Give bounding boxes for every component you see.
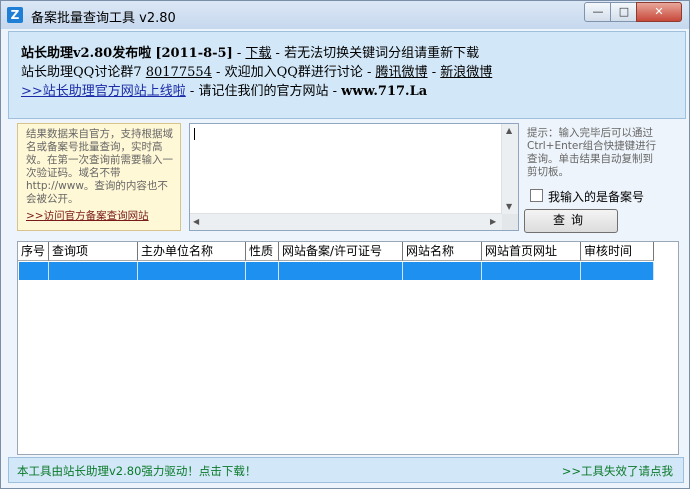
table-cell[interactable] <box>49 262 138 280</box>
app-window: Z 备案批量查询工具 v2.80 — □ ✕ 站长助理v2.80发布啦 [201… <box>0 0 690 489</box>
news-banner: 站长助理v2.80发布啦 [2011-8-5] - 下载 - 若无法切换关键词分… <box>8 31 686 119</box>
scroll-down-icon[interactable]: ▼ <box>506 202 512 211</box>
table-cell[interactable] <box>581 262 654 280</box>
release-headline: 站长助理v2.80发布啦 <box>21 46 152 61</box>
minimize-button[interactable]: — <box>584 2 612 22</box>
col-header-query-item[interactable]: 查询项 <box>49 242 138 261</box>
status-bar: 本工具由站长助理v2.80强力驱动！点击下载！ >>工具失效了请点我 <box>8 457 684 483</box>
usage-hint: 提示：输入完毕后可以通过Ctrl+Enter组合快捷键进行查询。单击结果自动复制… <box>527 127 657 178</box>
scroll-up-icon[interactable]: ▲ <box>506 126 512 135</box>
table-cell[interactable] <box>246 262 279 280</box>
tool-broken-link[interactable]: >>工具失效了请点我 <box>562 463 673 479</box>
notice-text: 结果数据来自官方，支持根据域名或备案号批量查询，实时高效。在第一次查询前需要输入… <box>26 128 173 205</box>
banner-line-1: 站长助理v2.80发布啦 [2011-8-5] - 下载 - 若无法切换关键词分… <box>21 42 479 61</box>
scroll-right-icon[interactable]: ▶ <box>490 217 496 226</box>
qq-welcome-text: - 欢迎加入QQ群进行讨论 - <box>211 65 376 80</box>
separator: - <box>271 46 285 61</box>
col-header-organizer[interactable]: 主办单位名称 <box>138 242 246 261</box>
download-link[interactable]: 下载 <box>245 46 271 61</box>
horizontal-scrollbar[interactable]: ◀ ▶ <box>190 213 502 230</box>
title-bar[interactable]: Z 备案批量查询工具 v2.80 — □ ✕ <box>1 1 689 29</box>
separator: - <box>427 65 441 80</box>
col-header-nature[interactable]: 性质 <box>246 242 279 261</box>
scroll-left-icon[interactable]: ◀ <box>193 217 199 226</box>
release-date: [2011-8-5] <box>155 46 233 61</box>
official-site-link[interactable]: >>站长助理官方网站上线啦 <box>21 84 186 99</box>
col-header-site-name[interactable]: 网站名称 <box>403 242 482 261</box>
table-cell[interactable] <box>19 262 49 280</box>
official-query-site-link[interactable]: >>访问官方备案查询网站 <box>26 210 149 223</box>
banner-line-3: >>站长助理官方网站上线啦 - 请记住我们的官方网站 - www.717.La <box>21 80 427 99</box>
col-header-license-number[interactable]: 网站备案/许可证号 <box>279 242 403 261</box>
window-title: 备案批量查询工具 v2.80 <box>31 11 176 26</box>
table-cell[interactable] <box>279 262 403 280</box>
powered-by-link[interactable]: 本工具由站长助理v2.80强力驱动！点击下载！ <box>17 463 256 479</box>
banner-line-2: 站长助理QQ讨论群7 80177554 - 欢迎加入QQ群进行讨论 - 腾讯微博… <box>21 61 492 80</box>
info-notice: 结果数据来自官方，支持根据域名或备案号批量查询，实时高效。在第一次查询前需要输入… <box>17 123 181 231</box>
table-cell[interactable] <box>482 262 581 280</box>
sina-weibo-link[interactable]: 新浪微博 <box>440 65 492 80</box>
table-row[interactable] <box>19 262 654 280</box>
results-table-header: 序号 查询项 主办单位名称 性质 网站备案/许可证号 网站名称 网站首页网址 审… <box>18 242 654 262</box>
maximize-button[interactable]: □ <box>610 2 638 22</box>
qq-group-label: 站长助理QQ讨论群7 <box>21 65 142 80</box>
tencent-weibo-link[interactable]: 腾讯微博 <box>376 65 428 80</box>
record-number-checkbox-label[interactable]: 我输入的是备案号 <box>548 188 644 205</box>
qq-group-link[interactable]: 80177554 <box>146 65 212 80</box>
separator: - <box>232 46 246 61</box>
query-button[interactable]: 查询 <box>524 209 618 233</box>
site-url: www.717.La <box>341 84 428 99</box>
app-logo-icon: Z <box>7 7 23 23</box>
col-header-index[interactable]: 序号 <box>18 242 49 261</box>
close-button[interactable]: ✕ <box>636 2 682 22</box>
download-tip: 若无法切换关键词分组请重新下载 <box>284 46 480 61</box>
text-caret <box>194 128 195 140</box>
results-table[interactable]: 序号 查询项 主办单位名称 性质 网站备案/许可证号 网站名称 网站首页网址 审… <box>17 241 679 455</box>
vertical-scrollbar[interactable]: ▲ ▼ <box>501 124 518 214</box>
col-header-homepage-url[interactable]: 网站首页网址 <box>482 242 581 261</box>
table-cell[interactable] <box>403 262 482 280</box>
table-cell[interactable] <box>138 262 246 280</box>
col-header-review-time[interactable]: 审核时间 <box>581 242 654 261</box>
scrollbar-corner <box>502 214 518 230</box>
record-number-checkbox[interactable] <box>530 189 543 202</box>
query-input[interactable]: ▲ ▼ ◀ ▶ <box>189 123 519 231</box>
remember-text: - 请记住我们的官方网站 - <box>185 84 342 99</box>
